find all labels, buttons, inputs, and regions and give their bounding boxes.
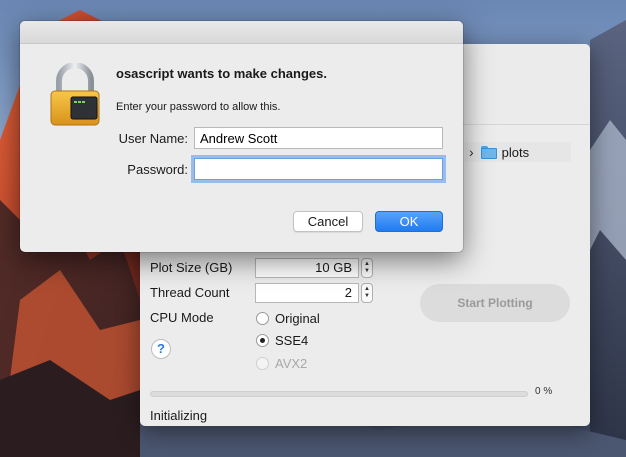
output-folder-name: plots	[501, 144, 530, 160]
start-plotting-button[interactable]: Start Plotting	[420, 284, 570, 322]
radio-button[interactable]	[256, 312, 269, 325]
radio-label: AVX2	[275, 356, 308, 371]
stepper-down-icon[interactable]: ▼	[364, 293, 370, 300]
radio-button-selected[interactable]	[256, 334, 269, 347]
radio-label: SSE4	[275, 333, 309, 348]
plot-size-field[interactable]: 10 GB	[255, 258, 359, 278]
thread-count-field[interactable]: 2	[255, 283, 359, 303]
chevron-right-icon: ›	[469, 144, 474, 160]
cpu-mode-label: CPU Mode	[150, 310, 214, 325]
plot-size-label: Plot Size (GB)	[150, 260, 233, 275]
username-field[interactable]	[194, 127, 443, 149]
dialog-title: osascript wants to make changes.	[116, 66, 327, 81]
radio-label: Original	[275, 311, 320, 326]
stepper-down-icon[interactable]: ▼	[364, 268, 370, 275]
dialog-subtitle: Enter your password to allow this.	[116, 101, 281, 113]
cpu-mode-avx2-radio: AVX2	[256, 356, 307, 371]
password-field[interactable]	[194, 158, 443, 180]
password-label: Password:	[127, 162, 188, 177]
radio-button-disabled	[256, 357, 269, 370]
thread-count-stepper[interactable]: ▲ ▼	[361, 283, 373, 303]
status-text: Initializing	[150, 408, 208, 423]
folder-icon	[480, 145, 497, 159]
help-button[interactable]: ?	[151, 339, 171, 359]
authentication-dialog: osascript wants to make changes. Enter y…	[20, 21, 463, 252]
progress-percent: 0 %	[535, 386, 553, 397]
stepper-up-icon[interactable]: ▲	[364, 261, 370, 268]
output-path-control[interactable]: › plots	[465, 142, 571, 162]
thread-count-label: Thread Count	[150, 285, 230, 300]
ok-button[interactable]: OK	[375, 211, 443, 232]
plot-size-stepper[interactable]: ▲ ▼	[361, 258, 373, 278]
progress-bar	[150, 391, 528, 397]
dialog-titlebar[interactable]	[20, 21, 463, 44]
lock-icon	[50, 63, 100, 126]
cancel-button[interactable]: Cancel	[293, 211, 363, 232]
username-label: User Name:	[118, 131, 188, 146]
stepper-up-icon[interactable]: ▲	[364, 286, 370, 293]
cpu-mode-sse4-radio[interactable]: SSE4	[256, 333, 308, 348]
cpu-mode-original-radio[interactable]: Original	[256, 311, 320, 326]
